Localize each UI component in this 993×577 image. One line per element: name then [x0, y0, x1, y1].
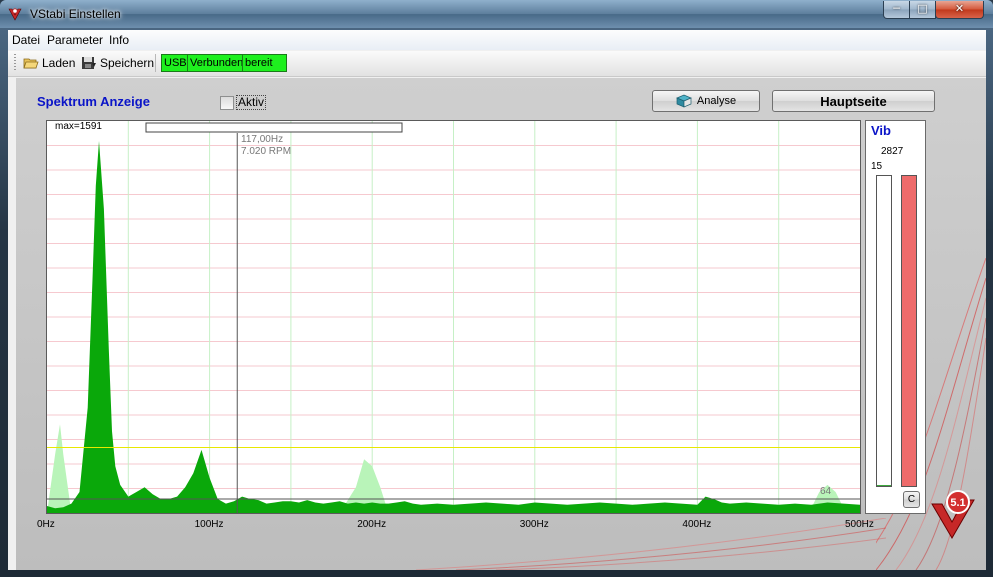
svg-text:5.1: 5.1	[950, 497, 965, 509]
menu-bar: Datei Parameter Info	[8, 30, 986, 50]
decorative-swoosh-bottom	[416, 518, 886, 570]
spectrum-title: Spektrum Anzeige	[37, 94, 150, 109]
toolbar: Laden Speichern USB Verbunden bereit	[8, 51, 986, 77]
maximize-button[interactable]: □	[909, 1, 936, 19]
x-tick-label: 400Hz	[682, 519, 712, 530]
x-tick-label: 100Hz	[194, 519, 224, 530]
analyse-label: Analyse	[696, 95, 737, 107]
vib-panel: Vib 2827 15 C	[865, 120, 926, 514]
ready-status: bereit	[242, 54, 287, 72]
active-checkbox[interactable]	[220, 96, 234, 110]
menu-datei[interactable]: Datei	[12, 33, 40, 47]
vib-right-bar	[901, 175, 917, 487]
book-icon	[676, 94, 692, 108]
load-button[interactable]: Laden	[23, 55, 75, 71]
spectrum-plot[interactable]: max=1591 117,00Hz 7.020 RPM 64	[46, 120, 861, 514]
menu-parameter[interactable]: Parameter	[47, 33, 103, 47]
close-button[interactable]: ✕	[935, 1, 984, 19]
minimize-button[interactable]: ─	[883, 1, 910, 19]
hauptseite-button[interactable]: Hauptseite	[772, 90, 935, 112]
menu-info[interactable]: Info	[109, 33, 129, 47]
toolbar-separator	[155, 54, 156, 72]
minimize-icon: ─	[893, 2, 900, 15]
vib-left-bar	[876, 175, 892, 487]
usb-status: USB	[161, 54, 190, 72]
vib-right-fill	[902, 176, 916, 486]
maximize-icon: □	[917, 2, 928, 15]
active-label[interactable]: Aktiv	[236, 95, 267, 110]
app-window: VStabi Einstellen ─ □ ✕ Datei Parameter …	[0, 0, 993, 577]
x-tick-label: 0Hz	[37, 519, 55, 530]
save-label: Speichern	[100, 56, 155, 70]
cursor-frequency: 117,00Hz	[241, 134, 284, 145]
save-button[interactable]: Speichern	[81, 55, 154, 71]
title-bar[interactable]: VStabi Einstellen ─ □ ✕	[0, 0, 993, 28]
vib-scale: 15	[871, 161, 883, 172]
load-label: Laden	[42, 56, 76, 70]
close-icon: ✕	[954, 2, 965, 15]
vib-clear-button[interactable]: C	[903, 491, 920, 508]
hauptseite-label: Hauptseite	[820, 93, 887, 109]
vib-value: 2827	[881, 146, 904, 157]
marker-value: 64	[820, 486, 832, 497]
cursor-rpm: 7.020 RPM	[241, 146, 292, 157]
vib-left-fill	[877, 485, 891, 486]
connection-status: Verbunden	[187, 54, 244, 72]
toolbar-grip[interactable]	[14, 54, 16, 72]
x-tick-label: 500Hz	[845, 519, 874, 530]
app-logo-icon	[8, 8, 22, 21]
window-title: VStabi Einstellen	[30, 7, 121, 21]
vib-clear-label: C	[907, 494, 916, 505]
analyse-button[interactable]: Analyse	[652, 90, 760, 112]
spectrum-chart-svg	[47, 121, 860, 513]
max-label: max=1591	[55, 121, 102, 132]
vib-title: Vib	[871, 123, 891, 138]
x-tick-label: 200Hz	[357, 519, 387, 530]
x-tick-label: 300Hz	[519, 519, 549, 530]
vstabi-logo-icon: 5.1	[931, 490, 975, 539]
folder-open-icon	[23, 58, 39, 69]
save-icon	[82, 57, 96, 69]
zoom-range-bar[interactable]	[145, 122, 403, 133]
